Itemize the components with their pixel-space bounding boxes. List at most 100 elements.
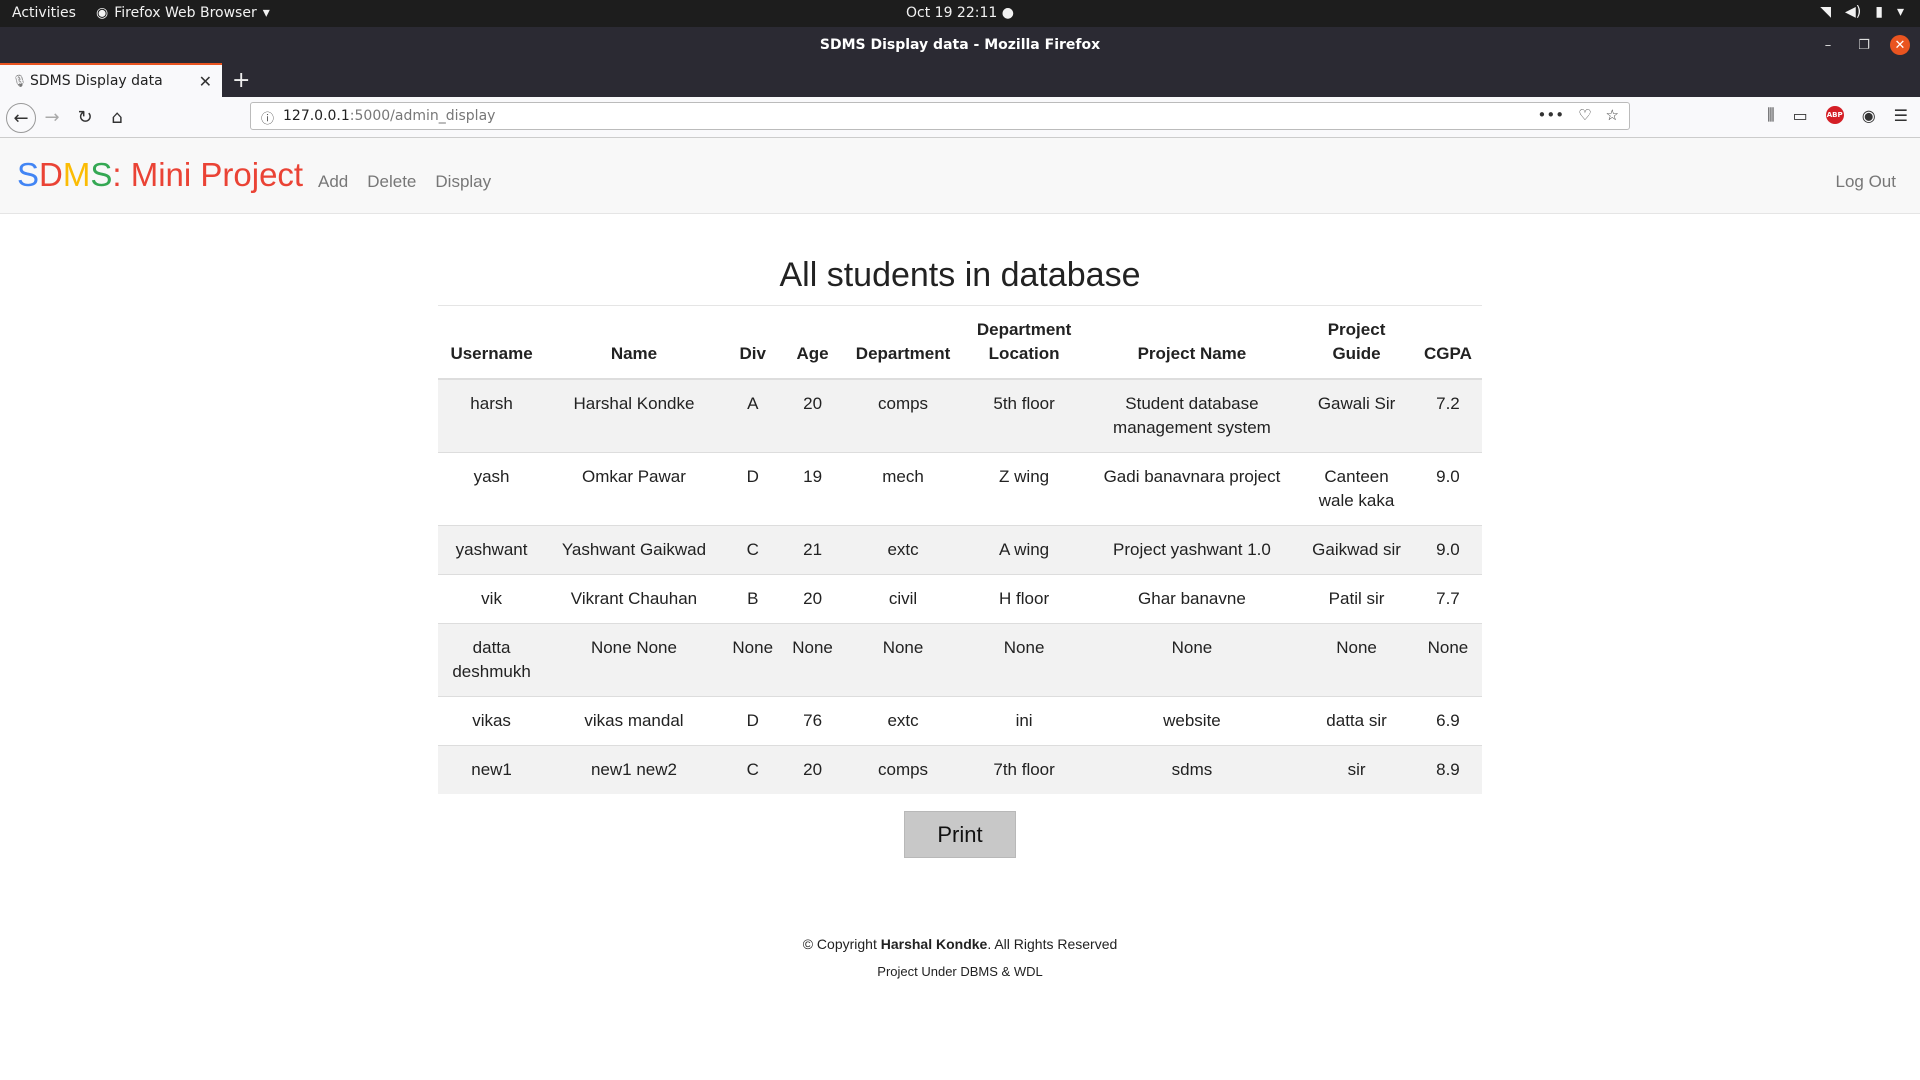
table-cell: 20 [782, 574, 843, 624]
library-icon[interactable]: ⫼ [1767, 105, 1774, 125]
main-content: All students in database Username Name Div… [438, 256, 1482, 858]
column-header: Age [782, 306, 843, 380]
print-button[interactable]: Print [904, 811, 1016, 858]
app-menu[interactable]: ◉ Firefox Web Browser ▾ [96, 5, 270, 21]
table-cell: Vikrant Chauhan [545, 574, 723, 624]
home-icon[interactable]: ⌂ [105, 105, 129, 129]
system-top-bar: Activities ◉ Firefox Web Browser ▾ Oct 1… [0, 0, 1920, 27]
wifi-icon[interactable]: ◥ [1820, 4, 1831, 20]
nav-display-link[interactable]: Display [435, 172, 491, 192]
table-cell: None [782, 623, 843, 697]
tab-title: SDMS Display data [30, 73, 163, 89]
project-note: Project Under DBMS & WDL [877, 964, 1043, 979]
minimize-icon[interactable]: – [1818, 35, 1838, 55]
forward-arrow-icon[interactable]: → [40, 105, 64, 129]
table-cell: 6.9 [1413, 696, 1482, 746]
column-header: Department [842, 306, 964, 380]
table-cell: yash [438, 452, 546, 526]
table-cell: sdms [1084, 745, 1300, 794]
clock[interactable]: Oct 19 22:11 ● [906, 5, 1014, 21]
table-row: vikas vikas mandal D 76 extc ini website datta … [438, 696, 1482, 746]
table-cell: Harshal Kondke [545, 378, 723, 453]
close-tab-icon[interactable]: ✕ [199, 72, 212, 91]
copyright-line: © Copyright Harshal Kondke. All Rights R… [802, 936, 1118, 952]
extension-icon[interactable]: ◉ [1862, 106, 1876, 125]
browser-tab[interactable]: 🎙 SDMS Display data ✕ [0, 63, 222, 97]
table-cell: None [1084, 623, 1300, 697]
adblock-icon[interactable]: ABP [1825, 106, 1844, 124]
site-navbar: SDMS: Mini Project Add Delete Display Lo… [0, 138, 1920, 214]
table-row: yash Omkar Pawar D 19 mech Z wing Gadi banavna… [438, 452, 1482, 526]
activities-button[interactable]: Activities [12, 5, 76, 21]
table-cell: vikas mandal [545, 696, 723, 746]
table-cell: Project yashwant 1.0 [1084, 525, 1300, 575]
table-cell: Gawali Sir [1299, 378, 1414, 453]
restore-icon[interactable]: ❐ [1854, 35, 1874, 55]
reload-icon[interactable]: ↻ [73, 105, 97, 129]
table-cell: C [722, 745, 783, 794]
firefox-icon: ◉ [96, 5, 109, 21]
table-cell: mech [842, 452, 964, 526]
logout-link[interactable]: Log Out [1836, 172, 1897, 192]
table-cell: 9.0 [1413, 452, 1482, 526]
table-cell: 19 [782, 452, 843, 526]
pocket-icon[interactable]: ♡ [1578, 106, 1591, 124]
students-table: Username Name Div Age Department Department Lo… [438, 306, 1482, 794]
new-tab-icon[interactable]: + [232, 68, 250, 93]
table-cell: comps [842, 745, 964, 794]
table-cell: Gadi banavnara project [1084, 452, 1300, 526]
table-cell: Canteen wale kaka [1299, 452, 1414, 526]
table-cell: Yashwant Gaikwad [545, 525, 723, 575]
table-cell: comps [842, 378, 964, 453]
footer: © Copyright Harshal Kondke. All Rights R… [0, 936, 1920, 979]
table-cell: None None [545, 623, 723, 697]
back-arrow-icon[interactable]: ← [6, 103, 36, 133]
bookmark-star-icon[interactable]: ☆ [1606, 106, 1619, 124]
table-cell: civil [842, 574, 964, 624]
table-cell: A [722, 378, 783, 453]
table-cell: harsh [438, 378, 546, 453]
hamburger-menu-icon[interactable]: ☰ [1894, 106, 1908, 125]
table-row: yashwant Yashwant Gaikwad C 21 extc A wing Pro… [438, 525, 1482, 575]
table-cell: 21 [782, 525, 843, 575]
table-cell: H floor [963, 574, 1085, 624]
column-header: Div [722, 306, 783, 380]
battery-icon[interactable]: ▮ [1875, 4, 1883, 20]
site-info-icon[interactable]: ⓘ [261, 108, 274, 127]
table-cell: None [1413, 623, 1482, 697]
table-cell: C [722, 525, 783, 575]
table-cell: extc [842, 525, 964, 575]
close-window-icon[interactable]: ✕ [1890, 35, 1910, 55]
table-cell: datta sir [1299, 696, 1414, 746]
page-title: All students in database [438, 256, 1482, 306]
table-cell: D [722, 452, 783, 526]
table-cell: B [722, 574, 783, 624]
table-cell: Patil sir [1299, 574, 1414, 624]
url-text[interactable]: 127.0.0.1:5000/admin_display [283, 108, 495, 124]
table-cell: datta deshmukh [438, 623, 546, 697]
table-cell: new1 new2 [545, 745, 723, 794]
tab-strip: 🎙 SDMS Display data ✕ + [0, 63, 1920, 97]
table-cell: 8.9 [1413, 745, 1482, 794]
table-row: harsh Harshal Kondke A 20 comps 5th floor Stud… [438, 378, 1482, 453]
nav-delete-link[interactable]: Delete [367, 172, 416, 192]
table-cell: A wing [963, 525, 1085, 575]
column-header: Project Guide [1299, 306, 1414, 380]
page-actions-icon[interactable]: ••• [1538, 106, 1565, 124]
table-cell: Omkar Pawar [545, 452, 723, 526]
page-favicon-icon: 🎙 [12, 74, 28, 88]
table-cell: 7.7 [1413, 574, 1482, 624]
caret-down-icon: ▾ [262, 5, 270, 21]
table-row: new1 new1 new2 C 20 comps 7th floor sdms sir 8.9 [438, 745, 1482, 794]
url-bar[interactable]: ⓘ 127.0.0.1:5000/admin_display ••• ♡ ☆ [250, 102, 1630, 130]
table-header-row: Username Name Div Age Department Department Lo… [438, 306, 1482, 380]
table-row: vik Vikrant Chauhan B 20 civil H floor Ghar ba… [438, 574, 1482, 624]
table-cell: 20 [782, 745, 843, 794]
nav-add-link[interactable]: Add [318, 172, 348, 192]
sidebar-icon[interactable]: ▭ [1793, 106, 1808, 125]
volume-icon[interactable]: ◀) [1845, 4, 1861, 20]
table-cell: 5th floor [963, 378, 1085, 453]
table-cell: None [963, 623, 1085, 697]
system-menu-caret-icon[interactable]: ▾ [1897, 4, 1904, 20]
brand-logo[interactable]: SDMS: Mini Project [17, 156, 303, 194]
